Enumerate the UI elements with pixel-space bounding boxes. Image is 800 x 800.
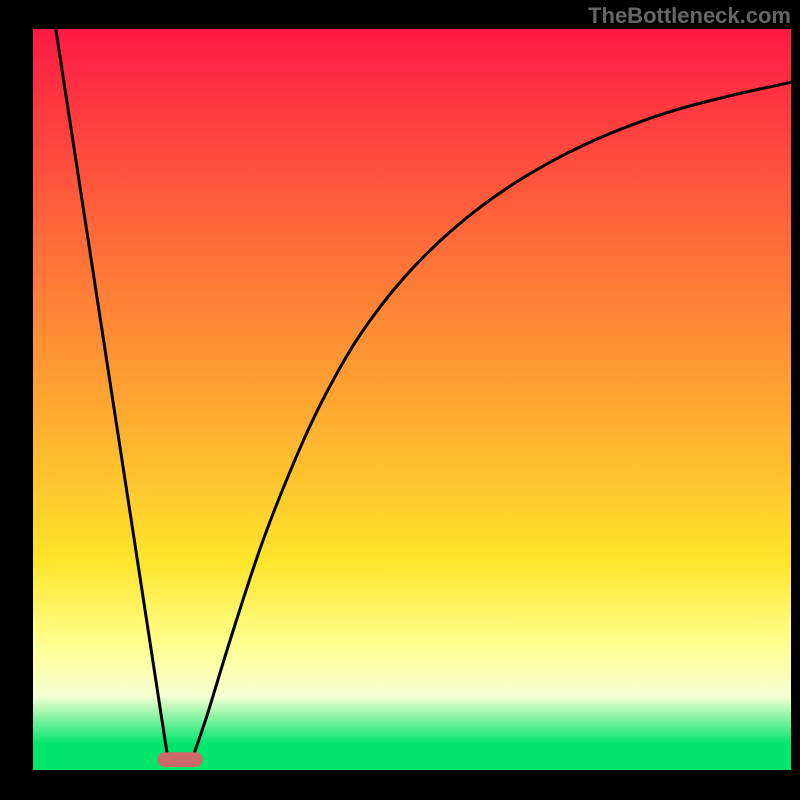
watermark-text: TheBottleneck.com [588,3,791,29]
plot-area [33,29,791,770]
heat-gradient [33,29,791,770]
chart-frame: TheBottleneck.com [0,0,800,800]
